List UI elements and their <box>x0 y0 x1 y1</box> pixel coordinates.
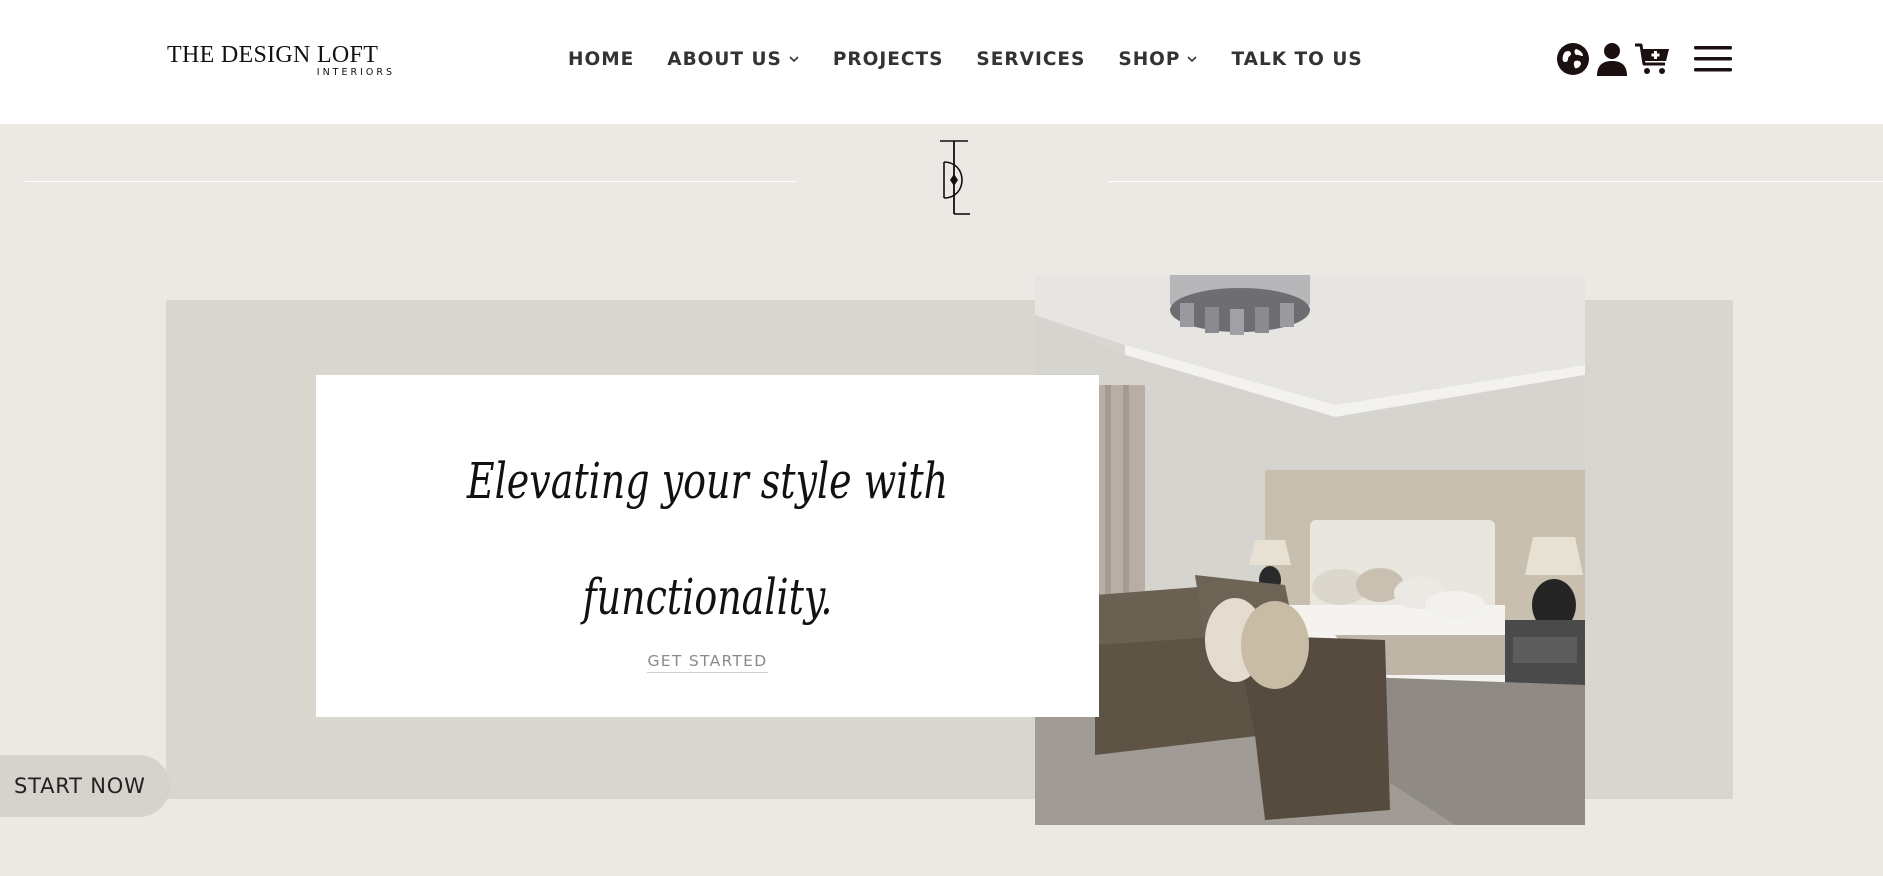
nav-item-label: SERVICES <box>976 48 1086 70</box>
chevron-down-icon <box>789 56 799 63</box>
nav-item-home[interactable]: HOME <box>568 49 634 70</box>
site-header: THE DESIGN LOFT INTERIORS HOME ABOUT US … <box>0 0 1883 124</box>
hero-headline-line-1: Elevating your style with <box>466 452 949 510</box>
user-icon[interactable] <box>1596 42 1628 76</box>
header-icons <box>1556 42 1732 76</box>
nav-item-about-us[interactable]: ABOUT US <box>667 49 800 70</box>
nav-item-shop[interactable]: SHOP <box>1118 49 1198 70</box>
main-nav: HOME ABOUT US PROJECTS SERVICES SHOP TAL… <box>568 44 1363 74</box>
divider-line <box>25 181 797 182</box>
nav-item-projects[interactable]: PROJECTS <box>833 49 944 70</box>
nav-item-label: TALK TO US <box>1231 48 1363 70</box>
nav-item-label: SHOP <box>1118 48 1181 70</box>
start-now-label: START NOW <box>14 774 146 798</box>
chevron-down-icon <box>1187 56 1198 63</box>
hero-headline-line-2: functionality. <box>582 568 833 626</box>
get-started-link[interactable]: GET STARTED <box>647 652 768 673</box>
hamburger-menu-icon[interactable] <box>1694 45 1732 73</box>
bedroom-photo-illustration <box>1035 275 1585 825</box>
hero-card: Elevating your style with functionality.… <box>316 375 1099 717</box>
brand-logo[interactable]: THE DESIGN LOFT INTERIORS <box>167 42 397 82</box>
brand-name: THE DESIGN LOFT <box>167 42 379 68</box>
nav-item-services[interactable]: SERVICES <box>976 49 1085 70</box>
nav-item-label: PROJECTS <box>832 48 944 70</box>
hero-bedroom-image <box>1035 275 1585 825</box>
nav-item-talk-to-us[interactable]: TALK TO US <box>1231 49 1362 70</box>
nav-item-label: ABOUT US <box>667 48 782 70</box>
get-started-wrapper: GET STARTED <box>316 651 1099 673</box>
monogram-logo-icon <box>940 140 970 215</box>
brand-subtitle: INTERIORS <box>316 67 395 78</box>
cart-add-icon[interactable] <box>1634 42 1672 76</box>
divider-line <box>1108 181 1883 182</box>
hero-headline: Elevating your style with functionality. <box>410 423 1005 655</box>
start-now-button[interactable]: START NOW <box>0 755 170 817</box>
nav-item-label: HOME <box>568 48 635 70</box>
globe-icon[interactable] <box>1556 42 1590 76</box>
